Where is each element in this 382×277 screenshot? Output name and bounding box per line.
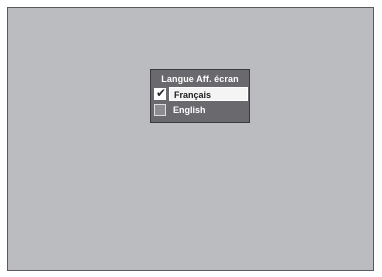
menu-title: Langue Aff. écran [161, 74, 239, 84]
option-english-row[interactable]: English [169, 103, 248, 117]
option-francais-highlight[interactable]: Français [169, 87, 248, 101]
option-label: English [173, 105, 206, 115]
checkbox-francais[interactable]: ✔ [154, 86, 167, 100]
checkbox-english[interactable] [154, 104, 166, 116]
option-label: Français [174, 90, 212, 100]
option-english[interactable]: English [154, 103, 248, 117]
checkmark-icon: ✔ [156, 86, 167, 100]
osd-language-menu: Langue Aff. écran ✔ Français English [150, 69, 250, 123]
option-francais[interactable]: ✔ Français [154, 86, 248, 101]
tv-screen: Langue Aff. écran ✔ Français English [7, 7, 374, 271]
